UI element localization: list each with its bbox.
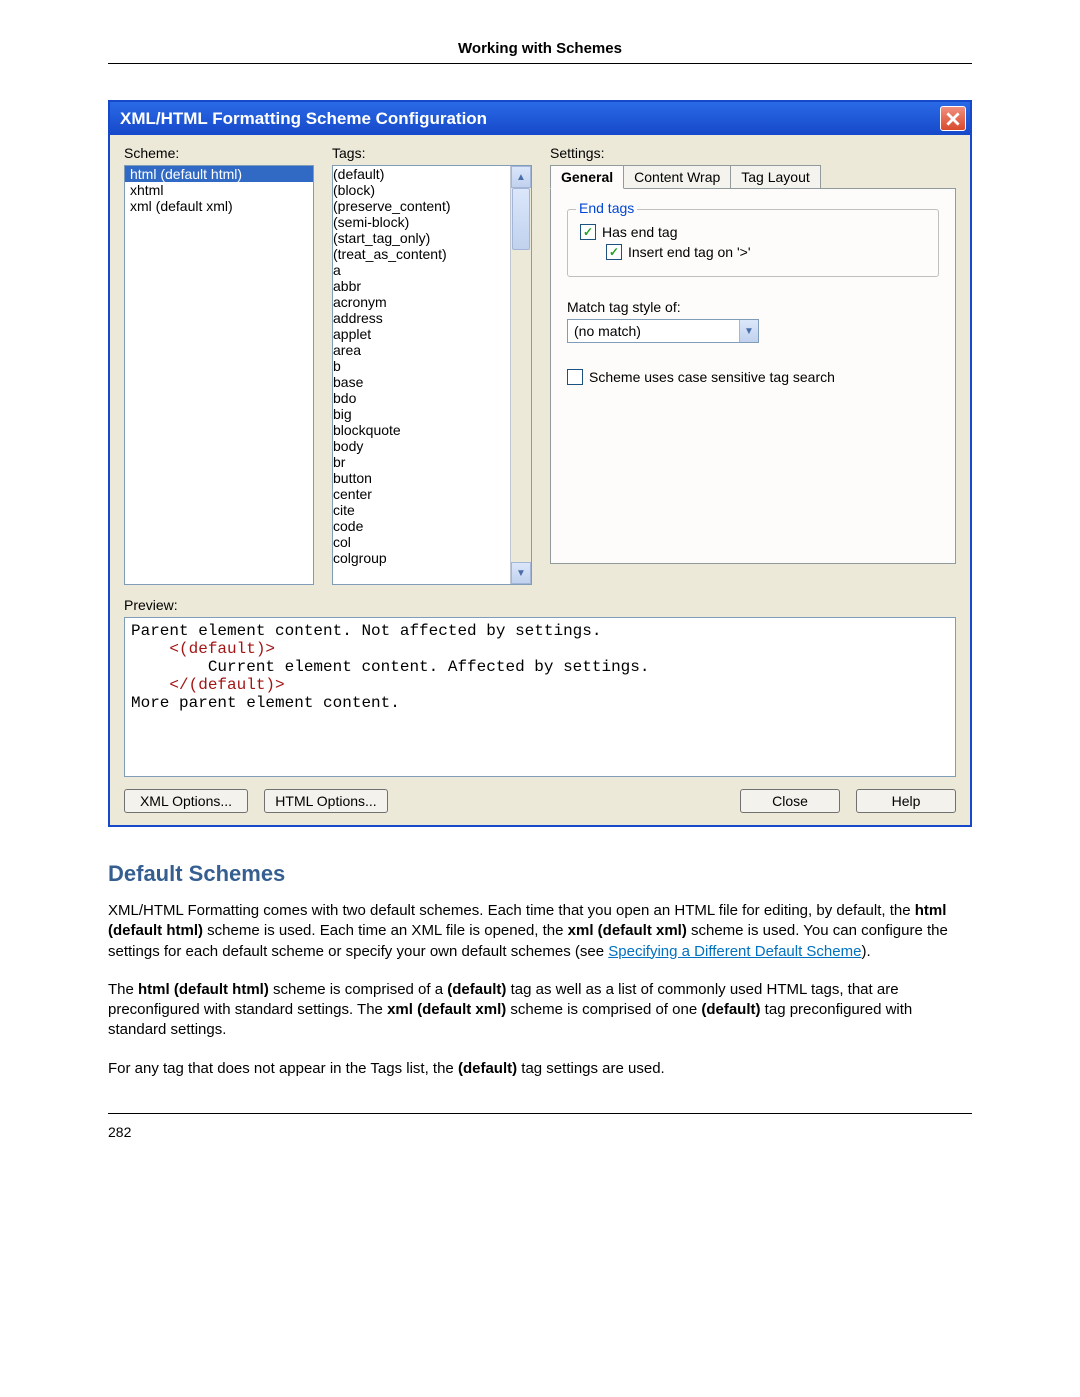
list-item[interactable]: (block) — [333, 182, 510, 198]
checkbox-label: Insert end tag on '>' — [628, 244, 751, 260]
has-end-tag-checkbox[interactable]: Has end tag — [580, 224, 926, 240]
list-item[interactable]: button — [333, 470, 510, 486]
preview-line: Current element content. Affected by set… — [208, 658, 650, 676]
list-item[interactable]: cite — [333, 502, 510, 518]
scrollbar[interactable]: ▲ ▼ — [510, 166, 531, 584]
list-item[interactable]: code — [333, 518, 510, 534]
list-item[interactable]: address — [333, 310, 510, 326]
tab-general[interactable]: General — [550, 165, 624, 189]
settings-label: Settings: — [550, 145, 956, 161]
preview-line: Parent element content. Not affected by … — [131, 622, 601, 640]
help-button[interactable]: Help — [856, 789, 956, 813]
dialog-window: XML/HTML Formatting Scheme Configuration… — [108, 100, 972, 827]
tab-tag-layout[interactable]: Tag Layout — [730, 165, 821, 188]
list-item[interactable]: (treat_as_content) — [333, 246, 510, 262]
list-item[interactable]: html (default html) — [125, 166, 313, 182]
scheme-listbox[interactable]: html (default html) xhtml xml (default x… — [124, 165, 314, 585]
section-heading: Default Schemes — [108, 861, 972, 887]
checkbox-icon — [606, 244, 622, 260]
insert-end-tag-checkbox[interactable]: Insert end tag on '>' — [606, 244, 926, 260]
scroll-down-icon[interactable]: ▼ — [511, 562, 531, 584]
combo-value: (no match) — [568, 323, 739, 339]
list-item[interactable]: (preserve_content) — [333, 198, 510, 214]
list-item[interactable]: br — [333, 454, 510, 470]
titlebar: XML/HTML Formatting Scheme Configuration — [110, 102, 970, 135]
preview-tag: <(default)> — [169, 640, 275, 658]
list-item[interactable]: abbr — [333, 278, 510, 294]
list-item[interactable]: (default) — [333, 166, 510, 182]
scheme-label: Scheme: — [124, 145, 314, 161]
preview-tag: </(default)> — [169, 676, 284, 694]
preview-line: More parent element content. — [131, 694, 400, 712]
end-tags-fieldset: End tags Has end tag Insert end tag on '… — [567, 209, 939, 277]
page-header: Working with Schemes — [108, 40, 972, 64]
list-item[interactable]: area — [333, 342, 510, 358]
close-button[interactable]: Close — [740, 789, 840, 813]
list-item[interactable]: base — [333, 374, 510, 390]
list-item[interactable]: col — [333, 534, 510, 550]
list-item[interactable]: (semi-block) — [333, 214, 510, 230]
list-item[interactable]: xml (default xml) — [125, 198, 313, 214]
link-specifying-default-scheme[interactable]: Specifying a Different Default Scheme — [608, 943, 861, 960]
paragraph: XML/HTML Formatting comes with two defau… — [108, 901, 972, 962]
preview-box: Parent element content. Not affected by … — [124, 617, 956, 777]
paragraph: For any tag that does not appear in the … — [108, 1059, 972, 1079]
checkbox-label: Has end tag — [602, 224, 678, 240]
chevron-down-icon[interactable]: ▼ — [739, 320, 758, 342]
list-item[interactable]: xhtml — [125, 182, 313, 198]
checkbox-icon — [567, 369, 583, 385]
case-sensitive-checkbox[interactable]: Scheme uses case sensitive tag search — [567, 369, 939, 385]
list-item[interactable]: body — [333, 438, 510, 454]
window-title: XML/HTML Formatting Scheme Configuration — [120, 109, 487, 129]
page-number: 282 — [108, 1113, 972, 1140]
xml-options-button[interactable]: XML Options... — [124, 789, 248, 813]
list-item[interactable]: big — [333, 406, 510, 422]
paragraph: The html (default html) scheme is compri… — [108, 980, 972, 1041]
list-item[interactable]: acronym — [333, 294, 510, 310]
html-options-button[interactable]: HTML Options... — [264, 789, 388, 813]
list-item[interactable]: center — [333, 486, 510, 502]
scroll-thumb[interactable] — [512, 188, 530, 250]
preview-label: Preview: — [124, 597, 956, 613]
list-item[interactable]: colgroup — [333, 550, 510, 566]
list-item[interactable]: blockquote — [333, 422, 510, 438]
tab-panel-general: End tags Has end tag Insert end tag on '… — [550, 188, 956, 564]
match-tag-label: Match tag style of: — [567, 299, 939, 315]
list-item[interactable]: bdo — [333, 390, 510, 406]
tags-listbox[interactable]: (default) (block) (preserve_content) (se… — [333, 166, 510, 584]
list-item[interactable]: a — [333, 262, 510, 278]
scroll-up-icon[interactable]: ▲ — [511, 166, 531, 188]
close-icon[interactable] — [940, 106, 966, 131]
match-tag-combo[interactable]: (no match) ▼ — [567, 319, 759, 343]
tags-label: Tags: — [332, 145, 532, 161]
checkbox-icon — [580, 224, 596, 240]
tab-content-wrap[interactable]: Content Wrap — [623, 165, 731, 188]
list-item[interactable]: applet — [333, 326, 510, 342]
list-item[interactable]: b — [333, 358, 510, 374]
fieldset-legend: End tags — [576, 200, 637, 216]
checkbox-label: Scheme uses case sensitive tag search — [589, 369, 835, 385]
list-item[interactable]: (start_tag_only) — [333, 230, 510, 246]
